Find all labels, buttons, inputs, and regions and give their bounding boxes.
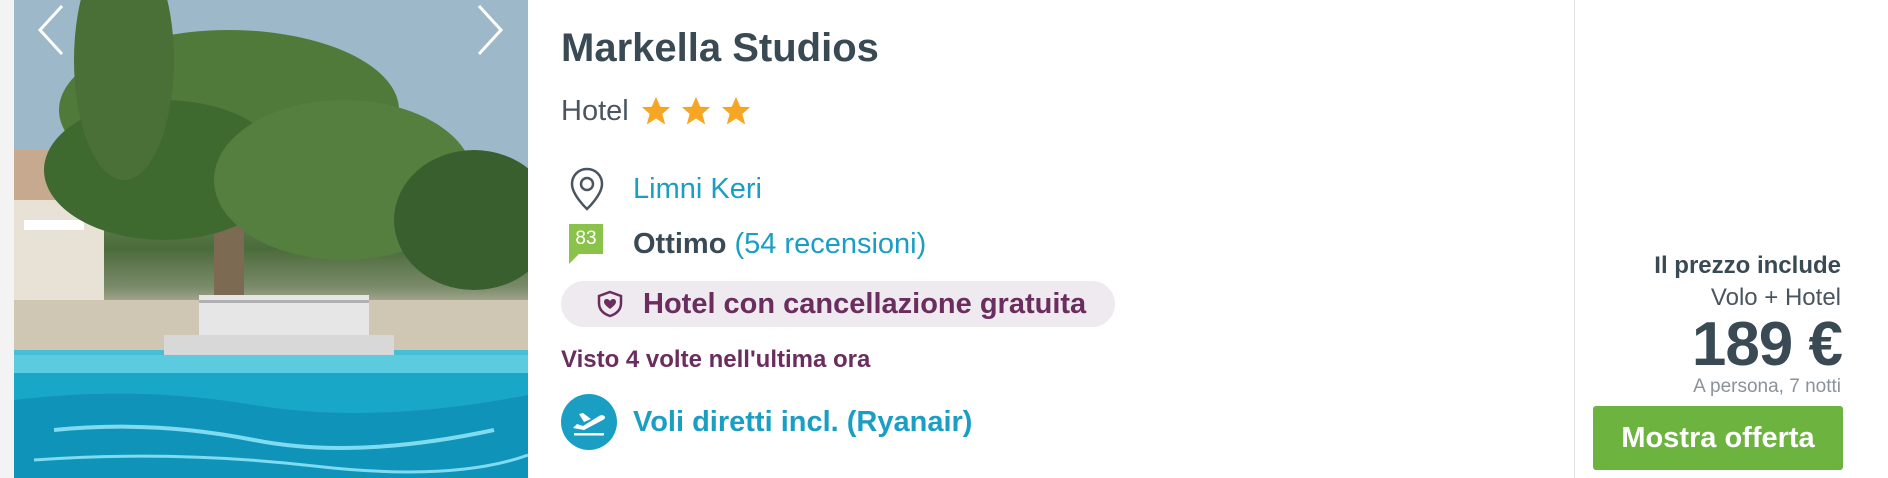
hotel-photo[interactable] xyxy=(14,0,528,478)
score-badge-tail xyxy=(569,254,579,264)
flight-info-row: Voli diretti incl. (Ryanair) xyxy=(561,394,972,450)
airplane-glyph xyxy=(573,413,605,436)
price-amount: 189 € xyxy=(1691,310,1843,379)
hotel-category: Hotel xyxy=(561,94,629,127)
price-includes-label: Il prezzo include xyxy=(1654,252,1841,279)
price-includes-value: Volo + Hotel xyxy=(1710,284,1841,311)
card-left-edge xyxy=(0,0,15,478)
rating-row: 83 Ottimo (54 recensioni) xyxy=(561,224,926,264)
map-pin-icon xyxy=(570,167,604,211)
hotel-info: Markella Studios Hotel Limni Keri 83 Ott… xyxy=(561,0,1551,478)
score-badge-icon: 83 xyxy=(569,224,609,264)
star-icon xyxy=(641,96,670,125)
hotel-photo-scene xyxy=(14,0,528,478)
direct-flights-text[interactable]: Voli diretti incl. (Ryanair) xyxy=(633,406,972,439)
price-panel: Il prezzo include Volo + Hotel 189 € A p… xyxy=(1574,0,1888,478)
star-icon xyxy=(721,96,750,125)
price-note: A persona, 7 notti xyxy=(1693,376,1841,397)
show-offer-button[interactable]: Mostra offerta xyxy=(1593,406,1843,470)
shield-heart-icon xyxy=(597,290,623,318)
airplane-icon xyxy=(561,394,617,450)
category-row: Hotel xyxy=(561,94,759,128)
location-link[interactable]: Limni Keri xyxy=(633,173,762,206)
rating-label: Ottimo xyxy=(633,227,727,260)
score-value: 83 xyxy=(569,224,603,254)
free-cancellation-badge: Hotel con cancellazione gratuita xyxy=(561,281,1115,327)
free-cancellation-text: Hotel con cancellazione gratuita xyxy=(643,287,1087,320)
gallery-next-icon[interactable] xyxy=(469,0,509,60)
gallery-prev-icon[interactable] xyxy=(32,0,72,60)
hotel-offer-card: Markella Studios Hotel Limni Keri 83 Ott… xyxy=(0,0,1888,478)
star-icon xyxy=(681,96,710,125)
hotel-name[interactable]: Markella Studios xyxy=(561,26,879,71)
reviews-link[interactable]: (54 recensioni) xyxy=(734,228,926,261)
location-row: Limni Keri xyxy=(561,166,762,212)
recently-viewed-text: Visto 4 volte nell'ultima ora xyxy=(561,346,871,373)
